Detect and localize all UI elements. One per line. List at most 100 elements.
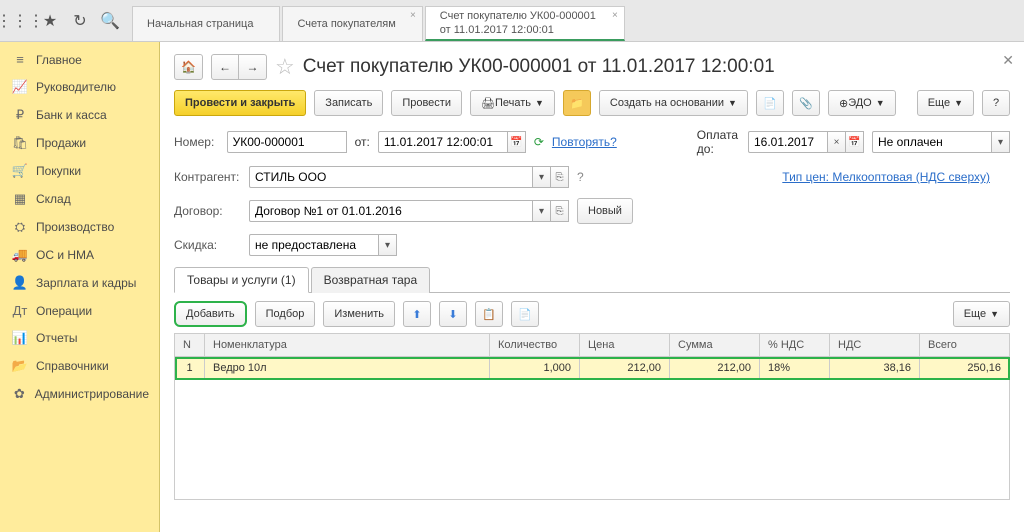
more-button[interactable]: Еще▼	[917, 90, 974, 116]
dropdown-icon[interactable]: ▾	[379, 234, 397, 256]
column-header[interactable]: Цена	[580, 334, 670, 357]
dropdown-icon[interactable]: ▾	[533, 166, 551, 188]
paste-button[interactable]: 📄	[511, 301, 539, 327]
report-button[interactable]: 📄	[756, 90, 784, 116]
nav-icon: 📈	[10, 79, 30, 95]
table-cell: 1	[175, 357, 205, 380]
status-select[interactable]	[872, 131, 992, 153]
repeat-link[interactable]: Повторять?	[552, 135, 617, 149]
nav-icon: Дт	[10, 303, 30, 318]
sidebar-item[interactable]: ≡Главное	[0, 46, 159, 73]
dropdown-icon[interactable]: ▾	[992, 131, 1010, 153]
column-header[interactable]: Всего	[920, 334, 1010, 357]
sidebar-item[interactable]: ✿Администрирование	[0, 380, 159, 408]
content-tab[interactable]: Товары и услуги (1)	[174, 267, 309, 293]
table-more-button[interactable]: Еще▼	[953, 301, 1010, 327]
contract-label: Договор:	[174, 204, 249, 218]
history-icon[interactable]: ↻	[66, 7, 94, 35]
nav-label: Администрирование	[35, 387, 149, 401]
nav-icon: 🛒	[10, 163, 30, 179]
search-icon[interactable]: 🔍	[96, 7, 124, 35]
content-tab[interactable]: Возвратная тара	[311, 267, 431, 293]
contract-input[interactable]	[249, 200, 533, 222]
close-icon[interactable]: ×	[612, 9, 618, 22]
sidebar-item[interactable]: ⛭Производство	[0, 213, 159, 241]
open-icon[interactable]: ⎘	[551, 200, 569, 222]
calendar-icon[interactable]: 📅	[846, 131, 864, 153]
favorite-star-icon[interactable]: ☆	[275, 54, 295, 80]
folder-button[interactable]: 📁	[563, 90, 591, 116]
sidebar-item[interactable]: 👤Зарплата и кадры	[0, 269, 159, 297]
edit-button[interactable]: Изменить	[323, 301, 395, 327]
column-header[interactable]: N	[175, 334, 205, 357]
payuntil-label: Оплата до:	[697, 128, 740, 156]
close-icon[interactable]: ✕	[1002, 52, 1014, 69]
sidebar-item[interactable]: 🚚 ОС и НМА	[0, 241, 159, 269]
create-based-button[interactable]: Создать на основании▼	[599, 90, 748, 116]
calendar-icon[interactable]: 📅	[508, 131, 526, 153]
open-icon[interactable]: ⎘	[551, 166, 569, 188]
column-header[interactable]: Номенклатура	[205, 334, 490, 357]
table-cell: 212,00	[670, 357, 760, 380]
page-title: Счет покупателю УК00-000001 от 11.01.201…	[303, 56, 775, 78]
nav-label: Зарплата и кадры	[36, 276, 136, 290]
top-tab[interactable]: Начальная страница	[132, 6, 280, 41]
print-button[interactable]: 🖨 Печать▼	[470, 90, 555, 116]
add-button[interactable]: Добавить	[174, 301, 247, 327]
payuntil-input[interactable]	[748, 131, 828, 153]
dropdown-icon[interactable]: ▾	[533, 200, 551, 222]
column-header[interactable]: Количество	[490, 334, 580, 357]
column-header[interactable]: НДС	[830, 334, 920, 357]
nav-icon: ₽	[10, 107, 30, 123]
price-type-link[interactable]: Тип цен: Мелкооптовая (НДС сверху)	[782, 170, 990, 184]
edo-button[interactable]: ⊕ ЭДО▼	[828, 90, 896, 116]
sidebar-item[interactable]: ДтОперации	[0, 297, 159, 324]
close-icon[interactable]: ×	[410, 9, 416, 22]
date-input[interactable]	[378, 131, 508, 153]
sidebar-item[interactable]: ₽Банк и касса	[0, 101, 159, 129]
nav-label: Главное	[36, 53, 82, 67]
post-button[interactable]: Провести	[391, 90, 462, 116]
back-button[interactable]: ←	[211, 54, 239, 80]
column-header[interactable]: Сумма	[670, 334, 760, 357]
home-button[interactable]: 🏠	[174, 54, 203, 80]
post-and-close-button[interactable]: Провести и закрыть	[174, 90, 306, 116]
sidebar-item[interactable]: 🛍Продажи	[0, 129, 159, 157]
nav-label: Склад	[36, 192, 71, 206]
sidebar-item[interactable]: ▦Склад	[0, 185, 159, 213]
pick-button[interactable]: Подбор	[255, 301, 316, 327]
copy-button[interactable]: 📋	[475, 301, 503, 327]
counterparty-input[interactable]	[249, 166, 533, 188]
top-tab[interactable]: Счета покупателям×	[282, 6, 422, 41]
table-cell: 38,16	[830, 357, 920, 380]
column-header[interactable]: % НДС	[760, 334, 830, 357]
repeat-icon[interactable]: ⟳	[534, 135, 544, 149]
table-cell: 212,00	[580, 357, 670, 380]
sidebar-item[interactable]: 📊Отчеты	[0, 324, 159, 352]
star-icon[interactable]: ★	[36, 7, 64, 35]
table-cell: 18%	[760, 357, 830, 380]
forward-button[interactable]: →	[239, 54, 267, 80]
sidebar-item[interactable]: 🛒Покупки	[0, 157, 159, 185]
sidebar-item[interactable]: 📂Справочники	[0, 352, 159, 380]
number-input[interactable]	[227, 131, 347, 153]
from-label: от:	[355, 135, 370, 149]
nav-icon: 📊	[10, 330, 30, 346]
nav-label: ОС и НМА	[36, 248, 94, 262]
number-label: Номер:	[174, 135, 227, 149]
move-up-button[interactable]: ⬆	[403, 301, 431, 327]
help-icon[interactable]: ?	[577, 170, 584, 184]
nav-icon: 🚚	[10, 247, 30, 263]
new-contract-button[interactable]: Новый	[577, 198, 633, 224]
table-cell: 1,000	[490, 357, 580, 380]
attach-button[interactable]: 📎	[792, 90, 820, 116]
move-down-button[interactable]: ⬇	[439, 301, 467, 327]
top-tab[interactable]: Счет покупателю УК00-000001 от 11.01.201…	[425, 6, 625, 41]
apps-icon[interactable]: ⋮⋮⋮	[6, 7, 34, 35]
table-row[interactable]: 1Ведро 10л1,000212,00212,0018%38,16250,1…	[175, 357, 1010, 380]
clear-icon[interactable]: ×	[828, 131, 846, 153]
write-button[interactable]: Записать	[314, 90, 383, 116]
sidebar-item[interactable]: 📈Руководителю	[0, 73, 159, 101]
help-button[interactable]: ?	[982, 90, 1010, 116]
discount-select[interactable]	[249, 234, 379, 256]
